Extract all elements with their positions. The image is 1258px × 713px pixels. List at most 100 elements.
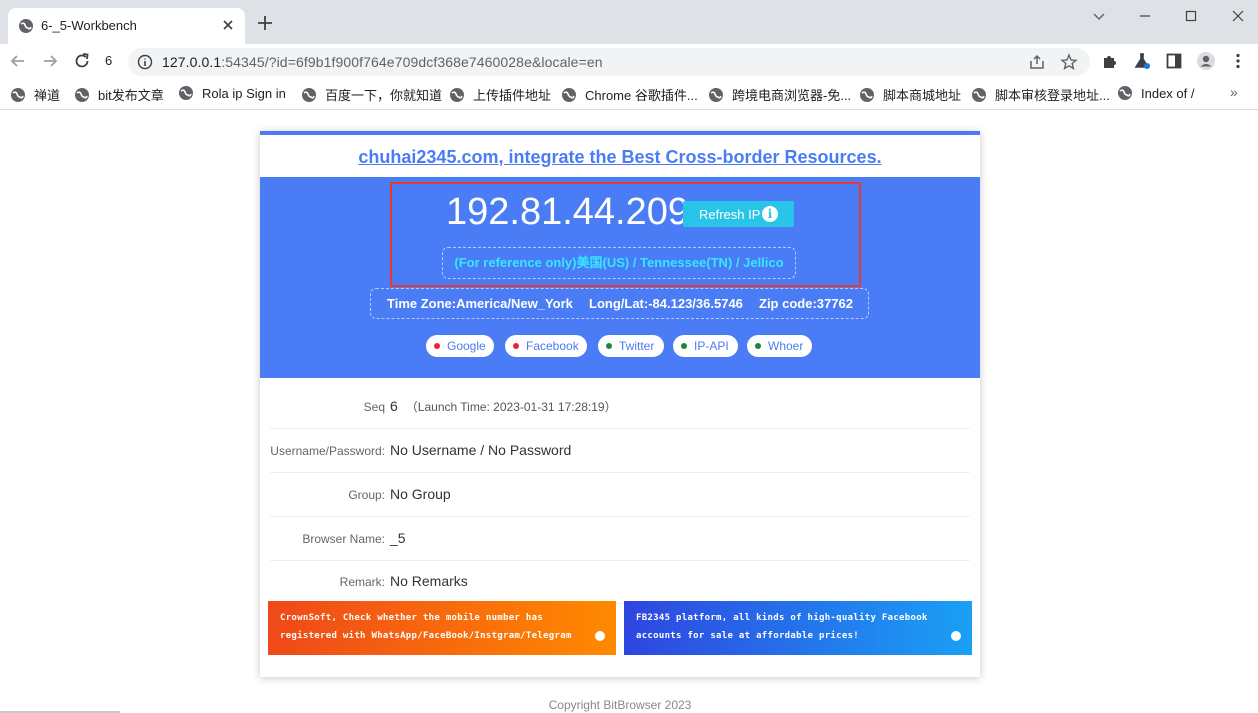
globe-icon [709,88,723,102]
banner-text: CrownSoft, Check whether the mobile numb… [280,613,572,641]
globe-icon [860,88,874,102]
status-dot [681,343,687,349]
check-label: Facebook [526,339,579,353]
close-window-icon[interactable] [1226,6,1250,26]
check-twitter[interactable]: Twitter [598,335,664,357]
bookmark-item[interactable]: 脚本审核登录地址... [971,85,1110,103]
bookmark-item[interactable]: 脚本商城地址 [859,85,961,103]
detail-row-remark: Remark: No Remarks [270,560,970,604]
globe-icon [1118,86,1132,100]
globe-icon [179,86,193,100]
seq-value: 6 [390,398,398,414]
geo-location: (For reference only)美国(US) / Tennessee(T… [442,247,796,279]
side-panel-icon[interactable] [1164,51,1184,71]
detail-row-browser-name: Browser Name: _5 [270,517,970,561]
headline-link[interactable]: chuhai2345.com, integrate the Best Cross… [260,147,980,168]
bookmark-item[interactable]: 跨境电商浏览器-免... [708,85,851,103]
bookmark-label: Rola ip Sign in [202,86,286,101]
bookmarks-bar: 禅道 bit发布文章 Rola ip Sign in 百度一下，你就知道 上传插… [0,78,1258,110]
close-tab-icon[interactable] [220,17,236,33]
globe-icon [11,88,25,102]
bookmark-item[interactable]: Chrome 谷歌插件... [561,85,698,103]
check-label: Google [447,339,486,353]
copyright: Copyright BitBrowser 2023 [548,698,692,712]
browser-toolbar: 6 127.0.0.1:54345/?id=6f9b1f900f764e709d… [0,44,1258,78]
globe-icon [450,88,464,102]
bookmark-label: 百度一下，你就知道 [325,88,443,103]
detail-label: Remark: [339,575,385,589]
fb2345-banner[interactable]: FB2345 platform, all kinds of high-quali… [624,601,972,655]
minimize-icon[interactable] [1133,6,1157,26]
browser-tab[interactable]: 6-_5-Workbench [8,8,245,44]
globe-icon [562,88,576,102]
ip-panel: 192.81.44.209 Refresh IP i (For referenc… [260,177,980,378]
maximize-icon[interactable] [1179,6,1203,26]
bookmark-label: Chrome 谷歌插件... [585,88,698,103]
bookmark-star-icon[interactable] [1060,53,1078,71]
status-dot [606,343,612,349]
check-label: Twitter [619,339,655,353]
detail-row-group: Group: No Group [270,473,970,517]
bookmark-item[interactable]: 百度一下，你就知道 [301,85,442,103]
bookmark-item[interactable]: 上传插件地址 [449,85,551,103]
reload-icon[interactable] [72,51,92,71]
address-bar[interactable]: 127.0.0.1:54345/?id=6f9b1f900f764e709dcf… [128,48,1090,76]
globe-icon [302,88,316,102]
status-dot [755,343,761,349]
bookmark-label: bit发布文章 [98,88,164,103]
profile-avatar-icon[interactable] [1196,51,1216,71]
globe-icon [75,88,89,102]
detail-label: Group: [348,488,385,502]
bookmarks-overflow-button[interactable]: » [1230,84,1238,100]
detail-value: _5 [390,530,406,546]
bookmark-label: 脚本商城地址 [883,88,962,103]
launch-time: （Launch Time: 2023-01-31 17:28:19） [405,400,617,414]
globe-icon [19,19,33,33]
long-lat: Long/Lat:-84.123/36.5746 [589,296,743,311]
refresh-ip-label: Refresh IP [699,207,761,222]
back-arrow-icon[interactable] [8,51,28,71]
bookmark-label: 上传插件地址 [473,88,552,103]
site-info-icon[interactable] [137,54,153,70]
browser-menu-icon[interactable] [1228,51,1248,71]
detail-row-seq: Seq 6 （Launch Time: 2023-01-31 17:28:19） [270,385,970,429]
forward-arrow-icon[interactable] [40,51,60,71]
zip-code: Zip code:37762 [759,296,853,311]
url-text[interactable]: 127.0.0.1:54345/?id=6f9b1f900f764e709dcf… [162,54,603,70]
bookmark-item[interactable]: Index of / [1117,85,1194,103]
bookmark-item[interactable]: bit发布文章 [74,85,164,103]
extensions-puzzle-icon[interactable] [1100,51,1120,71]
bookmark-label: Index of / [1141,86,1195,101]
flask-extension-icon[interactable] [1132,51,1152,71]
ip-address: 192.81.44.209 [446,191,690,233]
check-whoer[interactable]: Whoer [747,335,812,357]
location-details: Time Zone:America/New_York Long/Lat:-84.… [370,288,869,319]
check-ip-api[interactable]: IP-API [673,335,738,357]
detail-value: No Username / No Password [390,442,572,458]
refresh-ip-button[interactable]: Refresh IP i [683,201,794,227]
bookmark-item[interactable]: 禅道 [10,85,60,103]
arrow-icon [951,631,961,641]
detail-label: Browser Name: [302,532,385,546]
url-path: :54345/?id=6f9b1f900f764e709dcf368e74600… [221,54,603,70]
tab-search-chevron-icon[interactable] [1087,6,1111,26]
bookmark-label: 跨境电商浏览器-免... [732,88,852,103]
status-dot [434,343,440,349]
info-icon[interactable]: i [762,206,778,222]
ip-info-card: chuhai2345.com, integrate the Best Cross… [260,131,980,677]
check-label: Whoer [768,339,804,353]
tab-number: 6 [105,53,113,68]
check-facebook[interactable]: Facebook [505,335,587,357]
new-tab-icon[interactable] [256,14,274,32]
bookmark-label: 禅道 [34,88,61,103]
status-dot [513,343,519,349]
detail-value: 6 （Launch Time: 2023-01-31 17:28:19） [390,398,617,415]
bookmark-item[interactable]: Rola ip Sign in [178,85,286,103]
detail-label: Seq [363,400,385,414]
check-google[interactable]: Google [426,335,494,357]
detail-value: No Remarks [390,573,468,589]
crownsoft-banner[interactable]: CrownSoft, Check whether the mobile numb… [268,601,616,655]
timezone: Time Zone:America/New_York [387,296,573,311]
detail-row-username: Username/Password: No Username / No Pass… [270,429,970,473]
share-icon[interactable] [1028,53,1046,71]
